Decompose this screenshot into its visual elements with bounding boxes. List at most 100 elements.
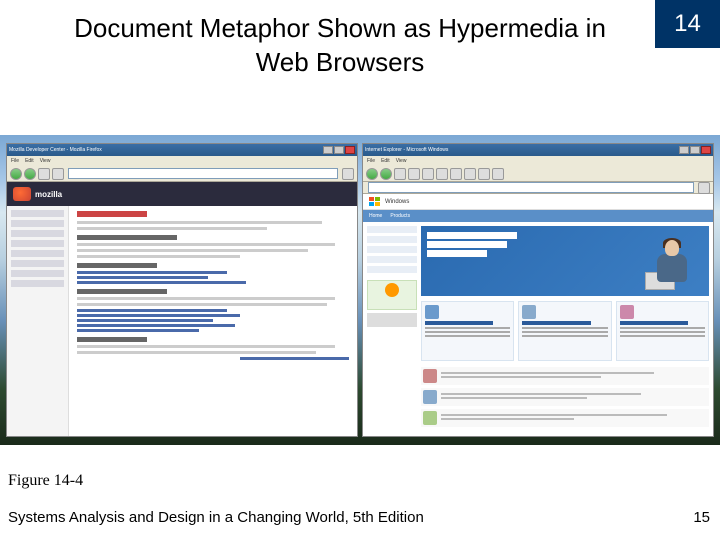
sidebar-item	[11, 220, 64, 227]
page-content: mozilla	[7, 182, 357, 436]
link-line	[77, 314, 240, 317]
list-item	[421, 388, 709, 406]
home-icon	[422, 168, 434, 180]
list-item	[421, 409, 709, 427]
text-line	[441, 397, 587, 399]
text-line	[620, 335, 705, 337]
text-line	[77, 227, 267, 230]
text-line	[77, 345, 335, 348]
link-line	[77, 281, 246, 284]
link-line	[77, 319, 213, 322]
site-brand: mozilla	[35, 190, 62, 199]
sidebar-item	[367, 226, 417, 233]
left-column	[367, 226, 417, 432]
search-icon	[436, 168, 448, 180]
sidebar-item	[11, 270, 64, 277]
page-heading	[77, 211, 147, 217]
item-icon	[423, 411, 437, 425]
link-line	[77, 271, 227, 274]
reload-icon	[408, 168, 420, 180]
site-nav: Home Products	[363, 210, 713, 222]
feature-card	[518, 301, 611, 361]
text-line	[522, 327, 607, 329]
close-icon	[345, 146, 355, 154]
text-line	[77, 243, 335, 246]
link-line	[240, 357, 349, 360]
subheading	[77, 263, 157, 268]
close-icon	[701, 146, 711, 154]
chapter-badge: 14	[655, 0, 720, 48]
list-item	[421, 367, 709, 385]
main-content	[69, 206, 357, 436]
person-head	[665, 240, 679, 256]
person-body	[657, 254, 687, 282]
go-icon	[342, 168, 354, 180]
sidebar-item	[11, 250, 64, 257]
subheading	[77, 337, 147, 342]
text-line	[620, 327, 705, 329]
page-number: 15	[693, 509, 710, 526]
browser-ie: Internet Explorer - Microsoft Windows Fi…	[362, 143, 714, 437]
browser-mozilla: Mozilla Developer Center - Mozilla Firef…	[6, 143, 358, 437]
bottom-rows	[421, 367, 709, 430]
sidebar-item	[11, 230, 64, 237]
item-icon	[423, 369, 437, 383]
back-icon	[10, 168, 22, 180]
text-line	[77, 249, 308, 252]
address-bar	[368, 182, 694, 193]
text-line	[441, 393, 641, 395]
figure-label: Figure 14-4	[8, 472, 83, 490]
mozilla-logo-icon	[13, 187, 31, 201]
link-line	[77, 309, 227, 312]
toolbar	[363, 166, 713, 182]
text-line	[77, 221, 322, 224]
window-controls	[679, 146, 711, 154]
window-title: Internet Explorer - Microsoft Windows	[365, 147, 448, 153]
hero-line	[427, 232, 517, 239]
address-bar	[68, 168, 338, 179]
text-line	[620, 331, 705, 333]
text-line	[425, 335, 510, 337]
menu-item: View	[40, 158, 51, 164]
maximize-icon	[690, 146, 700, 154]
page-content: Windows Home Products	[363, 194, 713, 436]
hero-line	[427, 241, 507, 248]
address-toolbar	[363, 182, 713, 194]
feature-icon	[522, 305, 536, 319]
item-icon	[423, 390, 437, 404]
item-text	[441, 414, 707, 422]
stop-icon	[394, 168, 406, 180]
hero-banner	[421, 226, 709, 296]
stop-icon	[52, 168, 64, 180]
subheading	[77, 235, 177, 240]
forward-icon	[380, 168, 392, 180]
slide-title: Document Metaphor Shown as Hypermedia in…	[60, 12, 620, 80]
menubar: File Edit View	[363, 156, 713, 166]
windows-logo-icon	[369, 197, 381, 207]
text-line	[441, 376, 601, 378]
link-line	[77, 329, 199, 332]
cart-box	[367, 280, 417, 310]
sidebar-item	[367, 266, 417, 273]
sidebar-item	[367, 256, 417, 263]
minimize-icon	[679, 146, 689, 154]
titlebar: Internet Explorer - Microsoft Windows	[363, 144, 713, 156]
text-line	[425, 327, 510, 329]
hero-person-image	[643, 234, 701, 292]
site-body	[7, 206, 357, 436]
item-text	[441, 372, 707, 380]
text-line	[77, 351, 316, 354]
text-line	[522, 331, 607, 333]
sidebar-item	[11, 240, 64, 247]
reload-icon	[38, 168, 50, 180]
item-text	[441, 393, 707, 401]
menu-item: Edit	[381, 158, 390, 164]
sidebar-item	[11, 280, 64, 287]
mail-icon	[478, 168, 490, 180]
text-line	[77, 297, 335, 300]
feature-icon	[620, 305, 634, 319]
text-line	[441, 418, 574, 420]
window-controls	[323, 146, 355, 154]
feature-card	[616, 301, 709, 361]
sidebar-item	[11, 260, 64, 267]
